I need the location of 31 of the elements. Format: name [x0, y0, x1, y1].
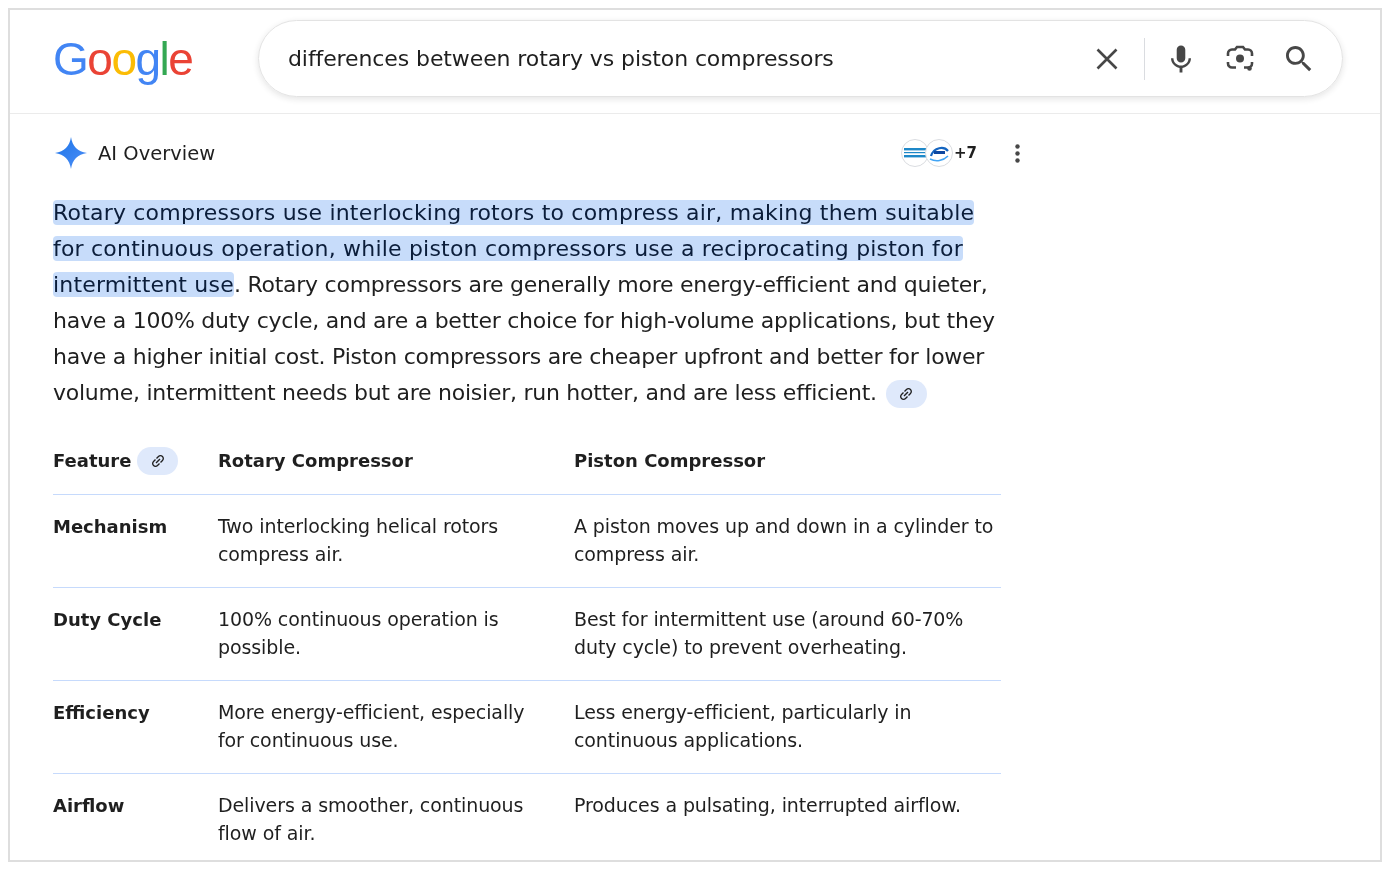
column-header: Rotary Compressor: [218, 449, 413, 473]
more-vert-icon: [1014, 143, 1020, 163]
table-cell: Less energy-efficient, particularly in continuous applications.: [574, 701, 912, 751]
source-logo-icon: [925, 139, 953, 167]
row-header: Airflow: [53, 795, 125, 816]
table-cell: Best for intermittent use (around 60-70% duty cycle) to prevent overheating.: [574, 608, 964, 658]
summary-text: Rotary compressors use interlocking rotors to compress air, making them suitable for continuous operation, while piston compressors use a reciprocating piston for intermittent use. Rotary compressors are generally more energy-efficient and quieter, have a 100% duty cycle, and are a better choice for high-volume applications, but they have a higher initial cost. Piston compressors are cheaper upfront and better for lower volume, intermittent needs but are noisier, run hotter, and are less efficient.: [53, 195, 1003, 411]
table-cell: 100% continuous operation is possible.: [218, 608, 499, 658]
row-header: Duty Cycle: [53, 609, 162, 630]
link-icon: [150, 453, 165, 468]
source-link-button[interactable]: [137, 446, 179, 475]
table-cell: Produces a pulsating, interrupted airflow.: [574, 794, 961, 816]
link-icon: [899, 387, 914, 401]
table-cell: A piston moves up and down in a cylinder to compress air.: [574, 515, 994, 565]
search-icon: [1286, 45, 1312, 72]
sparkle-icon: [55, 137, 87, 169]
column-header: Piston Compressor: [574, 449, 766, 473]
ai-overview-title: AI Overview: [98, 141, 216, 165]
close-icon: [1096, 47, 1118, 70]
table-cell: Two interlocking helical rotors compress air.: [218, 515, 499, 565]
source-logo-icon: [901, 139, 929, 167]
table-cell: Delivers a smoother, continuous flow of air.: [218, 794, 524, 844]
camera-icon: [1226, 45, 1254, 72]
row-header: Mechanism: [53, 516, 168, 537]
table-cell: More energy-efficient, especially for continuous use.: [218, 701, 525, 751]
microphone-icon: [1171, 44, 1191, 73]
row-header: Efficiency: [53, 702, 150, 723]
search-input[interactable]: differences between rotary vs piston compressors: [288, 43, 1087, 74]
sources-button[interactable]: +7: [901, 139, 977, 167]
column-header: Feature: [53, 449, 132, 473]
source-link-button[interactable]: [885, 380, 927, 408]
